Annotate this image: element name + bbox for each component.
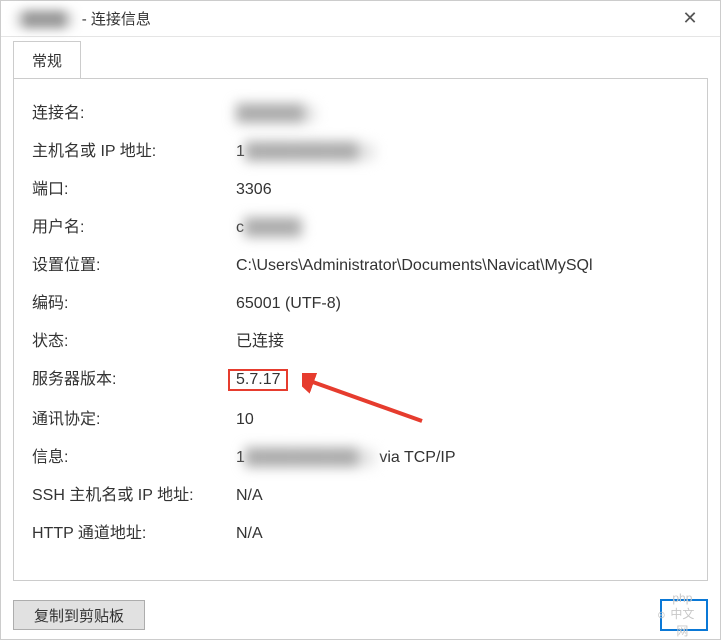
value-host: 1██████████ [236,143,689,161]
row-ssh-host: SSH 主机名或 IP 地址: N/A [32,481,689,505]
value-settings-location: C:\Users\Administrator\Documents\Navicat… [236,257,689,275]
label-protocol: 通讯协定: [32,405,236,429]
blurred-value: ██████████ [245,449,375,467]
connection-name-blurred: ████ [15,11,74,28]
row-encoding: 编码: 65001 (UTF-8) [32,289,689,313]
row-protocol: 通讯协定: 10 [32,405,689,429]
label-username: 用户名: [32,213,236,237]
label-settings-location: 设置位置: [32,251,236,275]
titlebar: ████ - 连接信息 ✕ [1,1,720,37]
row-settings-location: 设置位置: C:\Users\Administrator\Documents\N… [32,251,689,275]
value-connection-name: ██████ [236,105,689,123]
row-http-tunnel: HTTP 通道地址: N/A [32,519,689,543]
blurred-value: █████ [244,219,304,237]
value-status: 已连接 [236,327,689,351]
tab-bar: 常规 [1,41,720,78]
highlight-server-version: 5.7.17 [228,369,288,391]
row-host: 主机名或 IP 地址: 1██████████ [32,137,689,161]
label-host: 主机名或 IP 地址: [32,137,236,161]
copy-to-clipboard-button[interactable]: 复制到剪贴板 [13,600,145,630]
value-protocol: 10 [236,411,689,429]
window-title: ████ - 连接信息 [15,8,670,29]
row-info: 信息: 1██████████ via TCP/IP [32,443,689,467]
value-ssh-host: N/A [236,487,689,505]
value-server-version: 5.7.17 [236,369,689,391]
label-status: 状态: [32,327,236,351]
label-ssh-host: SSH 主机名或 IP 地址: [32,481,236,505]
label-http-tunnel: HTTP 通道地址: [32,519,236,543]
connection-info-dialog: ████ - 连接信息 ✕ 常规 连接名: ██████ 主机名或 IP 地址:… [0,0,721,640]
value-http-tunnel: N/A [236,525,689,543]
title-suffix: - 连接信息 [82,11,151,28]
watermark-text: php中文网 [658,591,696,639]
blurred-value: ██████████ [245,143,375,161]
blurred-value: ██████ [236,105,316,123]
value-port: 3306 [236,181,689,199]
watermark-logo-icon [658,608,665,622]
dialog-button-row: 复制到剪贴板 php中文网 [1,591,720,639]
ok-button[interactable]: php中文网 [660,599,708,631]
row-connection-name: 连接名: ██████ [32,99,689,123]
label-connection-name: 连接名: [32,99,236,123]
value-info: 1██████████ via TCP/IP [236,449,689,467]
close-button[interactable]: ✕ [670,1,710,36]
row-server-version: 服务器版本: 5.7.17 [32,365,689,391]
row-status: 状态: 已连接 [32,327,689,351]
tab-panel-general: 连接名: ██████ 主机名或 IP 地址: 1██████████ 端口: … [13,78,708,581]
row-username: 用户名: c█████ [32,213,689,237]
label-info: 信息: [32,443,236,467]
row-port: 端口: 3306 [32,175,689,199]
close-icon: ✕ [682,8,697,29]
label-server-version: 服务器版本: [32,365,236,389]
value-encoding: 65001 (UTF-8) [236,295,689,313]
label-port: 端口: [32,175,236,199]
value-username: c█████ [236,219,689,237]
tab-general[interactable]: 常规 [13,41,81,79]
label-encoding: 编码: [32,289,236,313]
